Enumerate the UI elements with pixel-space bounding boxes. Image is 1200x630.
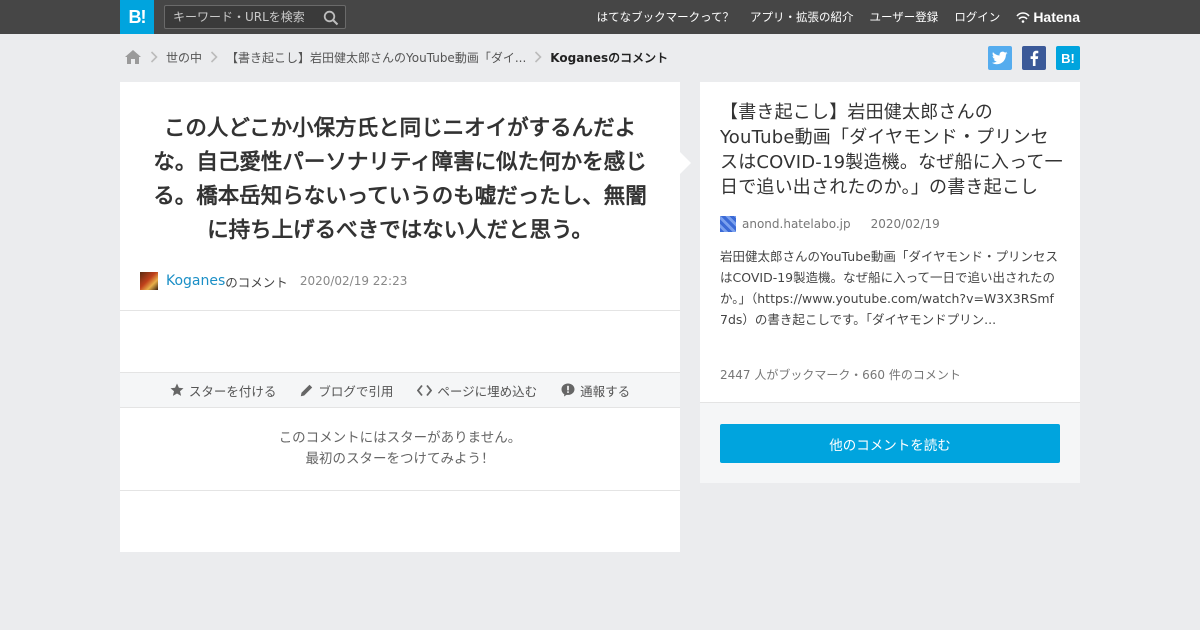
comment-suffix: のコメント [225,274,288,290]
add-star-label: スターを付ける [188,383,277,399]
pencil-icon [301,384,313,396]
embed-label: ページに埋め込む [437,383,538,399]
star-icon [170,383,184,396]
add-star-button[interactable]: スターを付ける [170,381,277,400]
site-favicon-icon [720,216,736,232]
entry-date: 2020/02/19 [870,217,940,231]
facebook-icon [1030,50,1039,66]
entry-card: 【書き起こし】岩田健太郎さんのYouTube動画「ダイヤモンド・プリンセスはCO… [700,82,1080,483]
twitter-share-button[interactable] [988,46,1012,70]
report-icon [561,383,575,397]
comment-meta: Koganes のコメント 2020/02/19 22:23 [140,271,407,291]
hatena-brand-label: Hatena [1033,9,1080,25]
embed-button[interactable]: ページに埋め込む [417,381,537,400]
home-icon[interactable] [124,49,142,65]
avatar[interactable] [140,272,158,290]
breadcrumb-entry[interactable]: 【書き起こし】岩田健太郎さんのYouTube動画「ダイ... [226,49,526,66]
chevron-right-icon [150,51,158,63]
report-label: 通報する [580,383,631,399]
nav-login[interactable]: ログイン [954,9,1000,25]
user-link[interactable]: Koganes [166,273,225,289]
blog-quote-label: ブログで引用 [318,383,394,399]
twitter-icon [992,51,1008,65]
chevron-right-icon [210,51,218,63]
divider [120,310,680,311]
entry-title[interactable]: 【書き起こし】岩田健太郎さんのYouTube動画「ダイヤモンド・プリンセスはCO… [720,100,1065,200]
top-bar: B! はてなブックマークって？ アプリ・拡張の紹介 ユーザー登録 ログイン Ha… [0,0,1200,34]
hatena-logo-icon [1016,12,1030,23]
breadcrumb-category[interactable]: 世の中 [166,49,202,66]
no-star-message: このコメントにはスターがありません。 最初のスターをつけてみよう！ [120,428,680,470]
entry-source: anond.hatelabo.jp 2020/02/19 [720,216,940,232]
divider [120,490,680,491]
entry-info: 【書き起こし】岩田健太郎さんのYouTube動画「ダイヤモンド・プリンセスはCO… [700,82,1080,403]
facebook-share-button[interactable] [1022,46,1046,70]
nav-register[interactable]: ユーザー登録 [870,9,939,25]
card-pointer [680,152,691,174]
comment-text: この人どこか小保方氏と同じニオイがするんだよな。自己愛性パーソナリティ障害に似た… [153,116,647,243]
hatena-bookmark-logo[interactable]: B! [120,0,154,34]
chevron-right-icon [534,51,542,63]
nav-about[interactable]: はてなブックマークって？ [597,9,734,25]
code-icon [417,384,433,396]
no-star-line2: 最初のスターをつけてみよう！ [305,451,495,467]
blog-quote-button[interactable]: ブログで引用 [300,381,393,400]
entry-stats[interactable]: 2447 人がブックマーク・660 件のコメント [720,366,961,383]
search-icon[interactable] [323,10,339,26]
read-comments-button[interactable]: 他のコメントを読む [720,424,1060,463]
nav-apps[interactable]: アプリ・拡張の紹介 [750,9,854,25]
entry-site[interactable]: anond.hatelabo.jp [742,217,851,231]
comment-actions: スターを付ける ブログで引用 ページに埋め込む 通報する [120,372,680,408]
comment-card: この人どこか小保方氏と同じニオイがするんだよな。自己愛性パーソナリティ障害に似た… [120,82,680,552]
search-input[interactable] [165,6,315,28]
breadcrumb: 世の中 【書き起こし】岩田健太郎さんのYouTube動画「ダイ... Kogan… [124,46,668,68]
top-nav: はてなブックマークって？ アプリ・拡張の紹介 ユーザー登録 ログイン Haten… [581,0,1080,34]
breadcrumb-current: Koganesのコメント [550,50,669,65]
no-star-line1: このコメントにはスターがありません。 [278,430,522,446]
social-share: B! [978,46,1080,70]
hatena-brand-link[interactable]: Hatena [1016,9,1080,25]
entry-summary: 岩田健太郎さんのYouTube動画「ダイヤモンド・プリンセスはCOVID-19製… [720,249,1058,327]
report-button[interactable]: 通報する [561,381,630,400]
hatena-share-button[interactable]: B! [1056,46,1080,70]
search-box [164,5,346,29]
comment-timestamp[interactable]: 2020/02/19 22:23 [300,274,408,288]
